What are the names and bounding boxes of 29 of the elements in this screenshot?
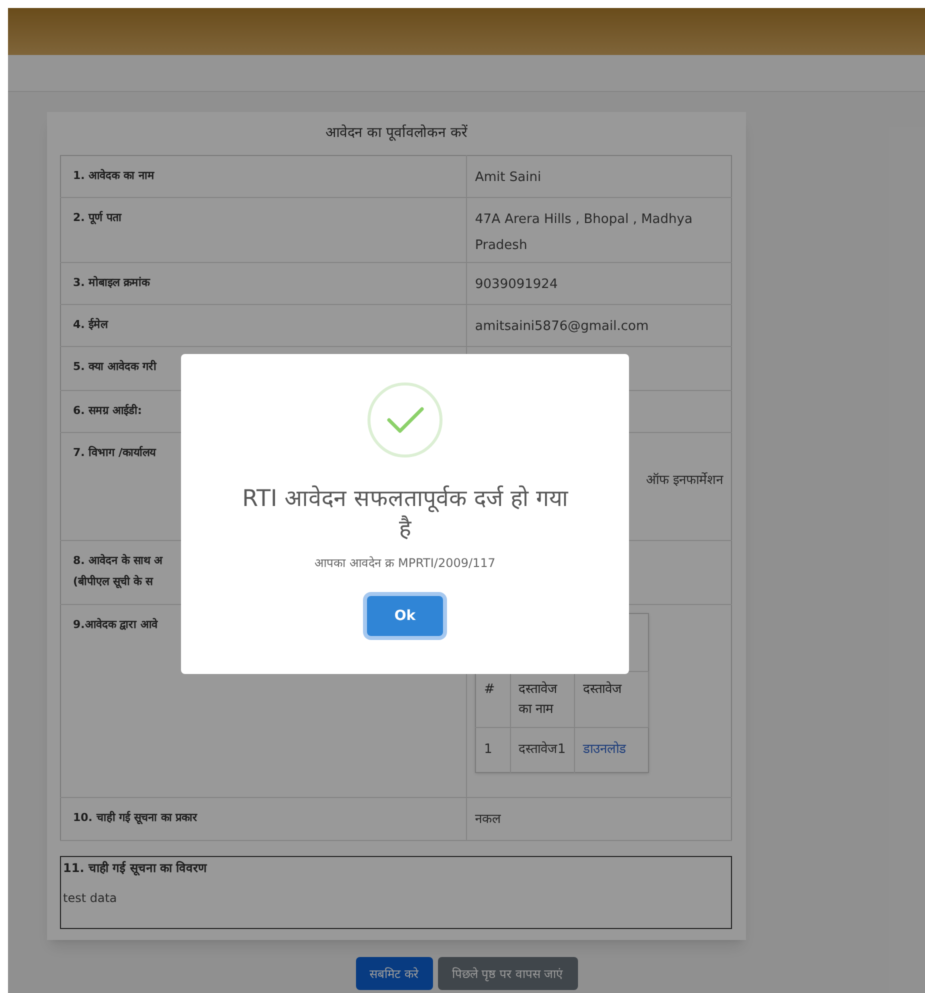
check-icon — [367, 382, 443, 458]
field-label: 10. चाही गई सूचना का प्रकार — [73, 810, 198, 826]
field-label: 5. क्या आवेदक गरी — [73, 359, 156, 375]
submit-button[interactable]: सबमिट करे — [356, 957, 432, 990]
field-label: 8. आवेदन के साथ अ — [73, 553, 162, 569]
details-value: test data — [63, 890, 118, 907]
field-value: ऑफ इनफार्मेशन — [646, 473, 723, 488]
field-value: 9039091924 — [475, 277, 558, 292]
dialog-title: RTI आवेदन सफलतापूर्वक दर्ज हो गया है — [241, 484, 570, 544]
table-cell: दस्तावेज1 — [510, 728, 574, 772]
field-value: 47A Arera Hills , Bhopal , Madhya Pradesh — [475, 212, 692, 253]
field-label: 3. मोबाइल क्रमांक — [73, 275, 150, 291]
field-label: 1. आवेदक का नाम — [73, 168, 154, 184]
field-value: Amit Saini — [475, 170, 542, 185]
back-button[interactable]: पिछले पृष्ठ पर वापस जाएं — [438, 957, 578, 990]
field-label: 9.आवेदक द्वारा आवे — [73, 617, 158, 633]
field-value: amitsaini5876@gmail.com — [475, 319, 649, 334]
field-label: 6. समग्र आईडी: — [73, 403, 142, 419]
field-label: 4. ईमेल — [73, 317, 108, 333]
download-link[interactable]: डाउनलोड — [582, 742, 626, 757]
field-label: (बीपीएल सूची के स — [73, 574, 153, 590]
table-cell: 1 — [476, 728, 510, 772]
field-label: 7. विभाग /कार्यालय — [73, 445, 156, 461]
card-title: आवेदन का पूर्वावलोकन करें — [324, 124, 469, 143]
ok-button[interactable]: Ok — [367, 596, 443, 636]
details-label: 11. चाही गई सूचना का विवरण — [63, 860, 208, 877]
field-value: नकल — [475, 812, 501, 827]
dialog-message: आपका आवदेन क्र MPRTI/2009/117 — [314, 555, 496, 572]
field-label: 2. पूर्ण पता — [73, 210, 122, 226]
